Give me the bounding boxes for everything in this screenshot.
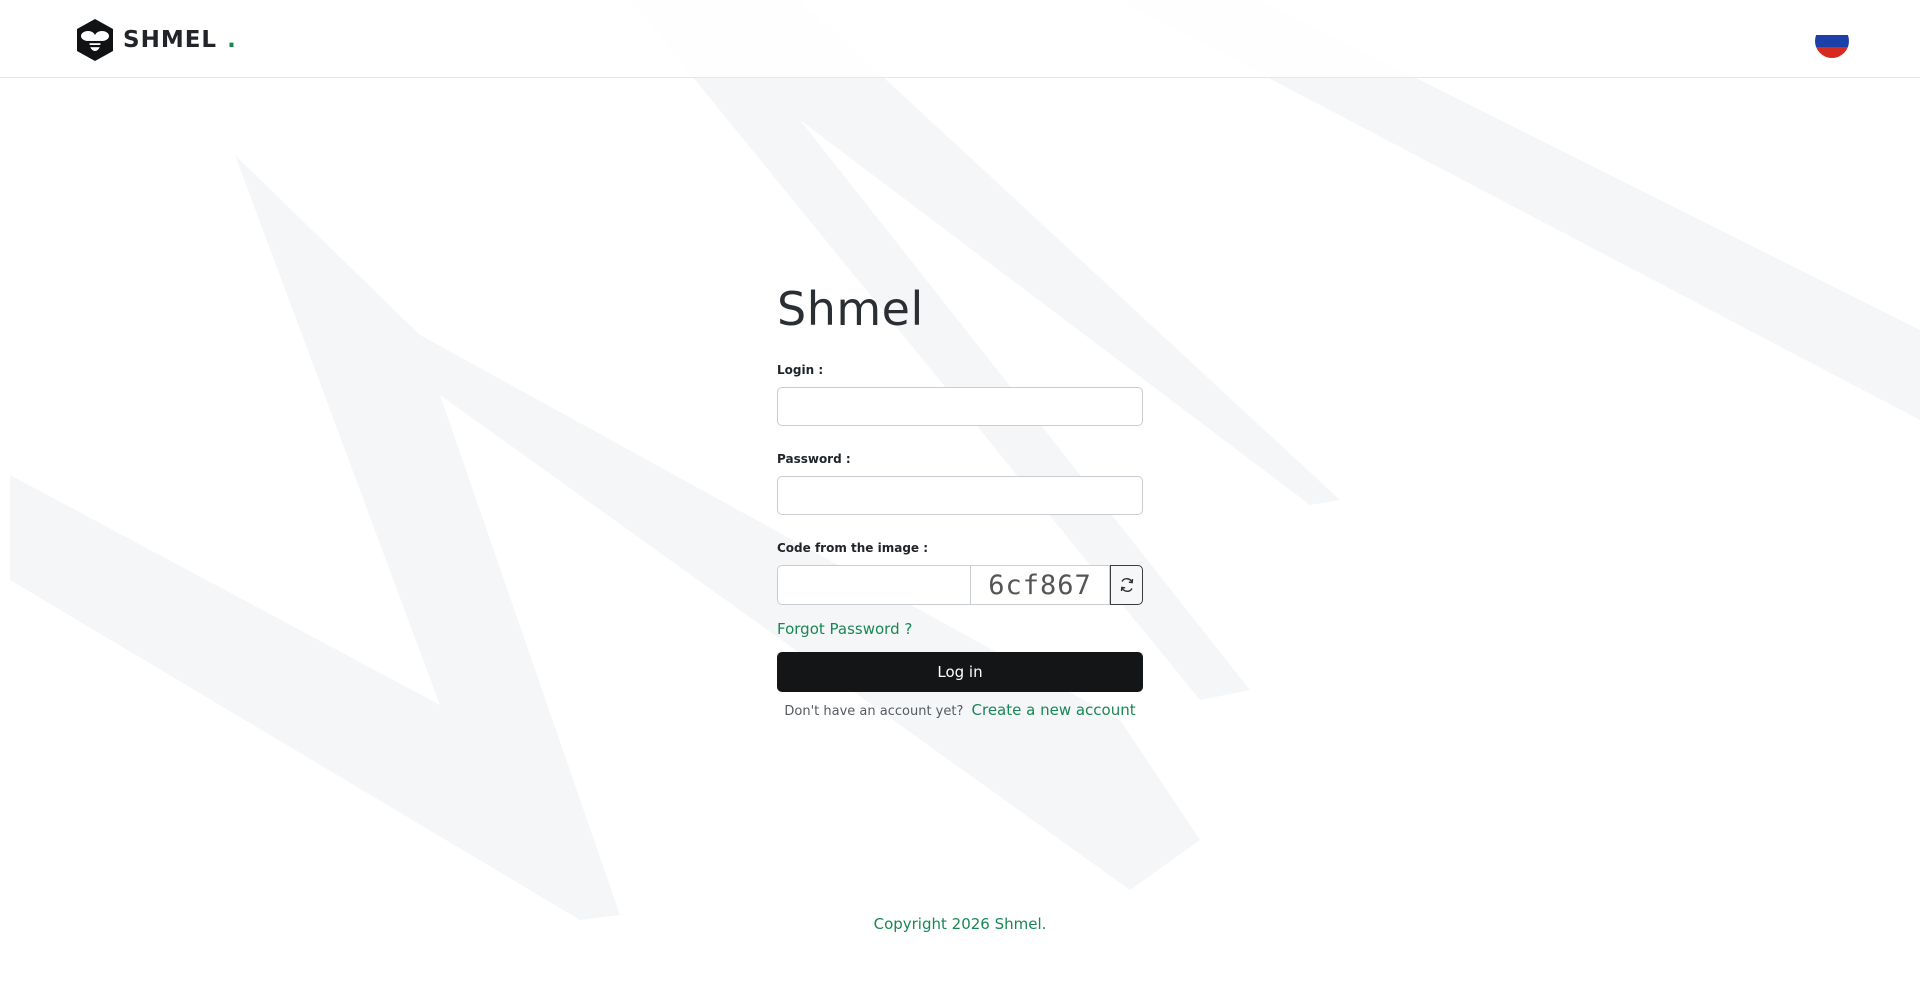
brand-name: SHMEL [123,27,218,53]
bee-logo-icon [77,19,113,61]
captcha-label: Code from the image : [777,541,929,555]
signup-prompt: Don't have an account yet? [784,704,964,719]
refresh-icon [1120,578,1133,592]
captcha-image: 6cf867 [970,565,1110,605]
captcha-row: 6cf867 [777,565,1143,605]
login-button[interactable]: Log in [777,652,1143,692]
signup-row: Don't have an account yet? Create a new … [777,701,1143,719]
create-account-link[interactable]: Create a new account [972,701,1136,719]
login-form: Shmel Login : Password : Code from the i… [777,270,1143,719]
top-header: SHMEL. [0,0,1920,78]
flag-red-stripe [1815,46,1849,58]
brand-dot: . [227,27,236,53]
language-russia-flag-icon[interactable] [1815,24,1849,58]
form-title: Shmel [777,282,924,336]
login-label: Login : [777,363,824,377]
footer-copyright: Copyright 2026 Shmel. [873,915,1047,933]
flag-blue-stripe [1815,35,1849,47]
captcha-input[interactable] [777,565,970,605]
password-label: Password : [777,452,851,466]
password-input[interactable] [777,476,1143,515]
login-page: SHMEL. Shmel Login : Password : Code fro… [0,0,1920,993]
brand-logo[interactable]: SHMEL. [75,18,236,62]
forgot-password-link[interactable]: Forgot Password ? [777,620,912,638]
captcha-refresh-button[interactable] [1110,565,1143,605]
login-input[interactable] [777,387,1143,426]
flag-white-stripe [1815,24,1849,36]
